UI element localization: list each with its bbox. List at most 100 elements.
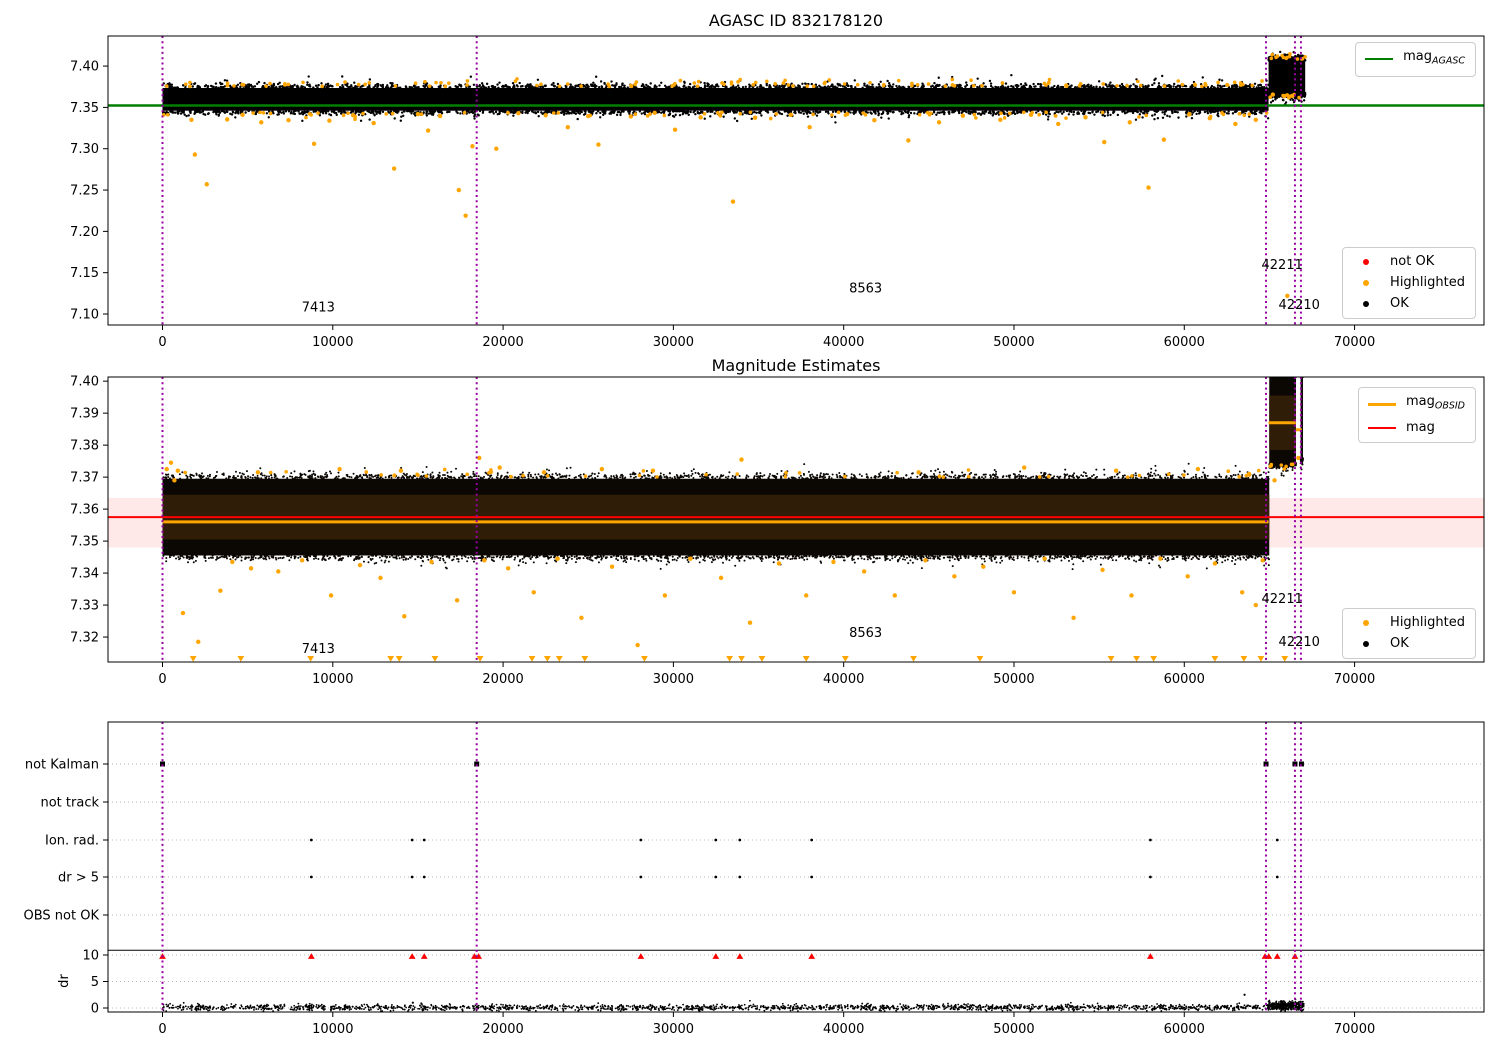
obsid-annotation: 42210: [1279, 635, 1320, 650]
clipped-low-marker: [395, 656, 403, 662]
clipped-low-marker: [1211, 656, 1219, 662]
legend-label: not OK: [1390, 254, 1435, 269]
dr-clipped-high-marker: [408, 953, 416, 959]
clipped-low-marker: [555, 656, 563, 662]
plot3-data: [108, 722, 1484, 1012]
svg-text:20000: 20000: [482, 335, 523, 350]
flag-marker: [1275, 838, 1279, 842]
flag-marker: [810, 875, 814, 879]
clipped-low-marker: [758, 656, 766, 662]
obsid-annotation: 8563: [849, 281, 882, 296]
obsid-annotation: 7413: [302, 642, 335, 657]
clipped-low-marker: [581, 656, 589, 662]
figure: 7413 8563 42211 42210 0 10000 20000 30000 40000 5…: [0, 0, 1500, 1050]
clipped-low-marker: [1133, 656, 1140, 662]
plot3-axes: 0 10000 20000 30000 40000 50000 60000 70000not …: [24, 721, 1485, 1037]
svg-text:50000: 50000: [993, 335, 1034, 350]
clipped-low-marker: [431, 656, 439, 662]
obsid-annotation: 42211: [1262, 258, 1303, 273]
svg-text:7.35: 7.35: [70, 101, 99, 116]
svg-text:30000: 30000: [653, 335, 694, 350]
dr-axis-label: dr: [57, 974, 72, 988]
flag-marker: [422, 875, 426, 879]
legend-item: OK: [1352, 295, 1465, 313]
obsid-annotation: 42211: [1262, 592, 1303, 607]
legend-item: Highlighted: [1352, 614, 1465, 632]
clipped-low-marker: [237, 656, 245, 662]
plot3-frame: [107, 721, 1485, 1013]
svg-text:60000: 60000: [1164, 335, 1205, 350]
clipped-low-marker: [476, 656, 484, 662]
svg-text:7.25: 7.25: [70, 184, 99, 199]
clipped-low-marker: [1281, 656, 1289, 662]
orange-dot-swatch: [1363, 620, 1370, 626]
legend-label: OK: [1390, 296, 1409, 311]
charts-canvas: 7413 8563 42211 42210 0 10000 20000 30000 40000 5…: [24, 35, 1485, 1037]
black-dot-swatch: [1363, 641, 1370, 647]
clipped-low-marker: [189, 656, 197, 662]
legend-mag-agasc: magAGASC: [1355, 42, 1476, 77]
obsid-annotation: 8563: [849, 626, 882, 641]
dr-clipped-high-marker: [1146, 953, 1154, 959]
svg-text:40000: 40000: [823, 335, 864, 350]
svg-text:70000: 70000: [1334, 335, 1375, 350]
legend-quality-plot2: Highlighted OK: [1342, 608, 1476, 659]
flag-marker: [714, 838, 718, 842]
dr-clipped-high-marker: [1273, 953, 1281, 959]
clipped-low-marker: [802, 656, 810, 662]
legend-label: Highlighted: [1390, 615, 1465, 630]
flag-marker: [810, 838, 814, 842]
legend-label: mag: [1405, 419, 1435, 435]
svg-text:0: 0: [158, 335, 166, 350]
dr-clipped-high-marker: [736, 953, 744, 959]
clipped-low-marker: [528, 656, 536, 662]
clipped-low-marker: [841, 656, 849, 662]
flag-marker: [309, 838, 313, 842]
flag-marker: [738, 838, 742, 842]
flag-marker: [309, 875, 313, 879]
flag-marker: [1148, 875, 1152, 879]
flag-marker: [422, 838, 426, 842]
red-dot-swatch: [1363, 259, 1370, 265]
orange-line-swatch: [1367, 402, 1396, 406]
legend-mag-lines-plot2: magOBSID mag: [1357, 387, 1476, 443]
clipped-low-marker: [543, 656, 551, 662]
plot1-title: AGASC ID 832178120: [708, 11, 884, 30]
flag-marker: [410, 875, 414, 879]
clipped-low-marker: [1150, 656, 1158, 662]
clipped-low-marker: [726, 656, 733, 662]
flag-marker: [639, 838, 643, 842]
dr-clipped-high-marker: [420, 953, 428, 959]
clipped-low-marker: [738, 656, 745, 662]
dr-clipped-high-marker: [712, 953, 720, 959]
plot2-data: [108, 377, 1484, 662]
flag-marker: [410, 838, 414, 842]
svg-text:7.40: 7.40: [70, 60, 99, 75]
dr-clipped-high-marker: [307, 953, 315, 959]
legend-item: not OK: [1352, 253, 1465, 271]
svg-text:7.20: 7.20: [70, 225, 99, 240]
flag-marker: [639, 875, 643, 879]
flag-marker: [1148, 838, 1152, 842]
clipped-low-marker: [976, 656, 984, 662]
plot1-data: [108, 36, 1484, 325]
flag-marker: [738, 875, 742, 879]
obsid-annotation: 7413: [302, 300, 335, 315]
green-line-swatch: [1365, 58, 1394, 61]
legend-item: magOBSID: [1367, 393, 1465, 416]
red-line-swatch: [1367, 426, 1396, 429]
clipped-low-marker: [641, 656, 648, 662]
legend-label: Highlighted: [1390, 275, 1465, 290]
legend-item: Highlighted: [1352, 274, 1465, 292]
dr-clipped-high-marker: [637, 953, 645, 959]
dr-clipped-high-marker: [808, 953, 816, 959]
flag-marker: [1275, 875, 1279, 879]
clipped-low-marker: [1257, 656, 1265, 662]
svg-text:7.15: 7.15: [70, 266, 99, 281]
legend-label: magAGASC: [1403, 49, 1465, 67]
legend-label: magOBSID: [1405, 394, 1465, 412]
clipped-low-marker: [387, 656, 395, 662]
orange-dot-swatch: [1363, 280, 1370, 286]
legend-label: OK: [1390, 636, 1409, 651]
clipped-low-marker: [910, 656, 917, 662]
